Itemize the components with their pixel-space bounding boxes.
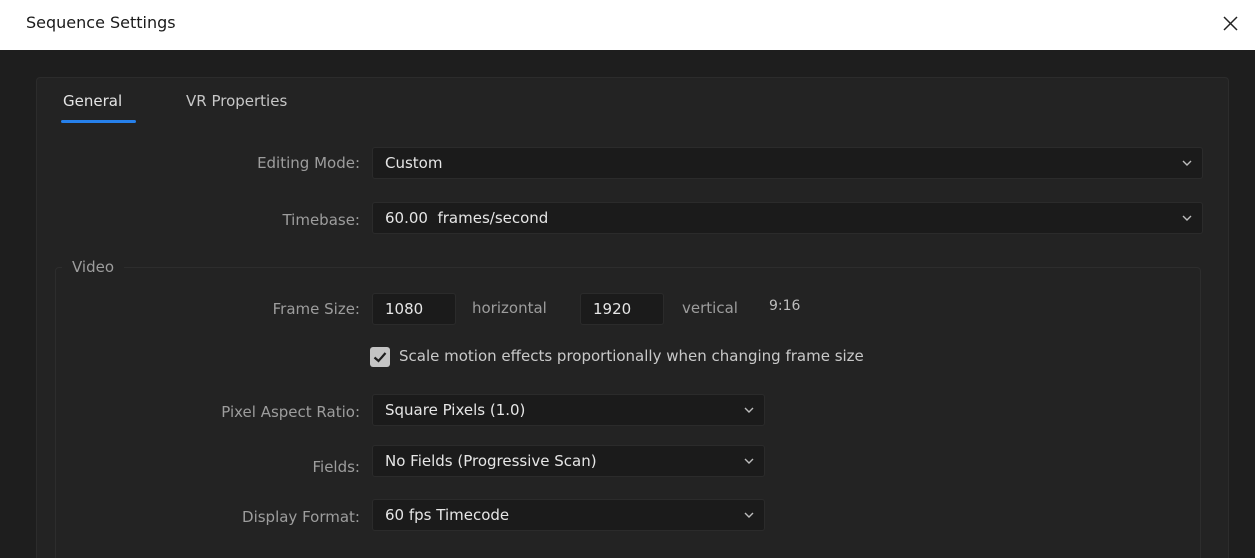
display-format-value: 60 fps Timecode <box>385 506 510 524</box>
pixel-aspect-ratio-label: Pixel Aspect Ratio: <box>221 403 360 421</box>
aspect-ratio-readout: 9:16 <box>769 298 801 314</box>
close-button[interactable] <box>1217 11 1243 37</box>
chevron-down-icon <box>1182 215 1192 221</box>
horizontal-label: horizontal <box>472 299 547 317</box>
vertical-label: vertical <box>682 299 738 317</box>
timebase-label: Timebase: <box>282 211 360 229</box>
active-tab-indicator <box>61 120 136 123</box>
scale-motion-label[interactable]: Scale motion effects proportionally when… <box>399 347 864 365</box>
close-icon <box>1223 16 1238 31</box>
editing-mode-value: Custom <box>385 154 443 172</box>
pixel-aspect-ratio-dropdown[interactable]: Square Pixels (1.0) <box>372 394 765 426</box>
video-group-legend: Video <box>62 258 125 276</box>
chevron-down-icon <box>744 458 754 464</box>
tab-vr-properties[interactable]: VR Properties <box>186 92 287 110</box>
dialog-body: General VR Properties Editing Mode: Cust… <box>0 50 1255 558</box>
timebase-value: 60.00 frames/second <box>385 209 549 227</box>
tab-general[interactable]: General <box>63 92 122 110</box>
window-title: Sequence Settings <box>26 13 176 32</box>
scale-motion-checkbox[interactable] <box>370 347 390 367</box>
chevron-down-icon <box>744 407 754 413</box>
chevron-down-icon <box>1182 160 1192 166</box>
chevron-down-icon <box>744 512 754 518</box>
frame-size-label: Frame Size: <box>272 300 360 318</box>
display-format-dropdown[interactable]: 60 fps Timecode <box>372 499 765 531</box>
frame-width-input[interactable]: 1080 <box>372 293 456 325</box>
title-bar: Sequence Settings <box>0 0 1255 50</box>
fields-label: Fields: <box>312 458 361 476</box>
editing-mode-label: Editing Mode: <box>257 154 360 172</box>
frame-height-input[interactable]: 1920 <box>580 293 664 325</box>
fields-dropdown[interactable]: No Fields (Progressive Scan) <box>372 445 765 477</box>
timebase-dropdown[interactable]: 60.00 frames/second <box>372 202 1203 234</box>
pixel-aspect-ratio-value: Square Pixels (1.0) <box>385 401 526 419</box>
editing-mode-dropdown[interactable]: Custom <box>372 147 1203 179</box>
display-format-label: Display Format: <box>242 508 360 526</box>
fields-value: No Fields (Progressive Scan) <box>385 452 597 470</box>
frame-width-value: 1080 <box>385 300 424 318</box>
checkmark-icon <box>373 352 387 363</box>
frame-height-value: 1920 <box>593 300 632 318</box>
